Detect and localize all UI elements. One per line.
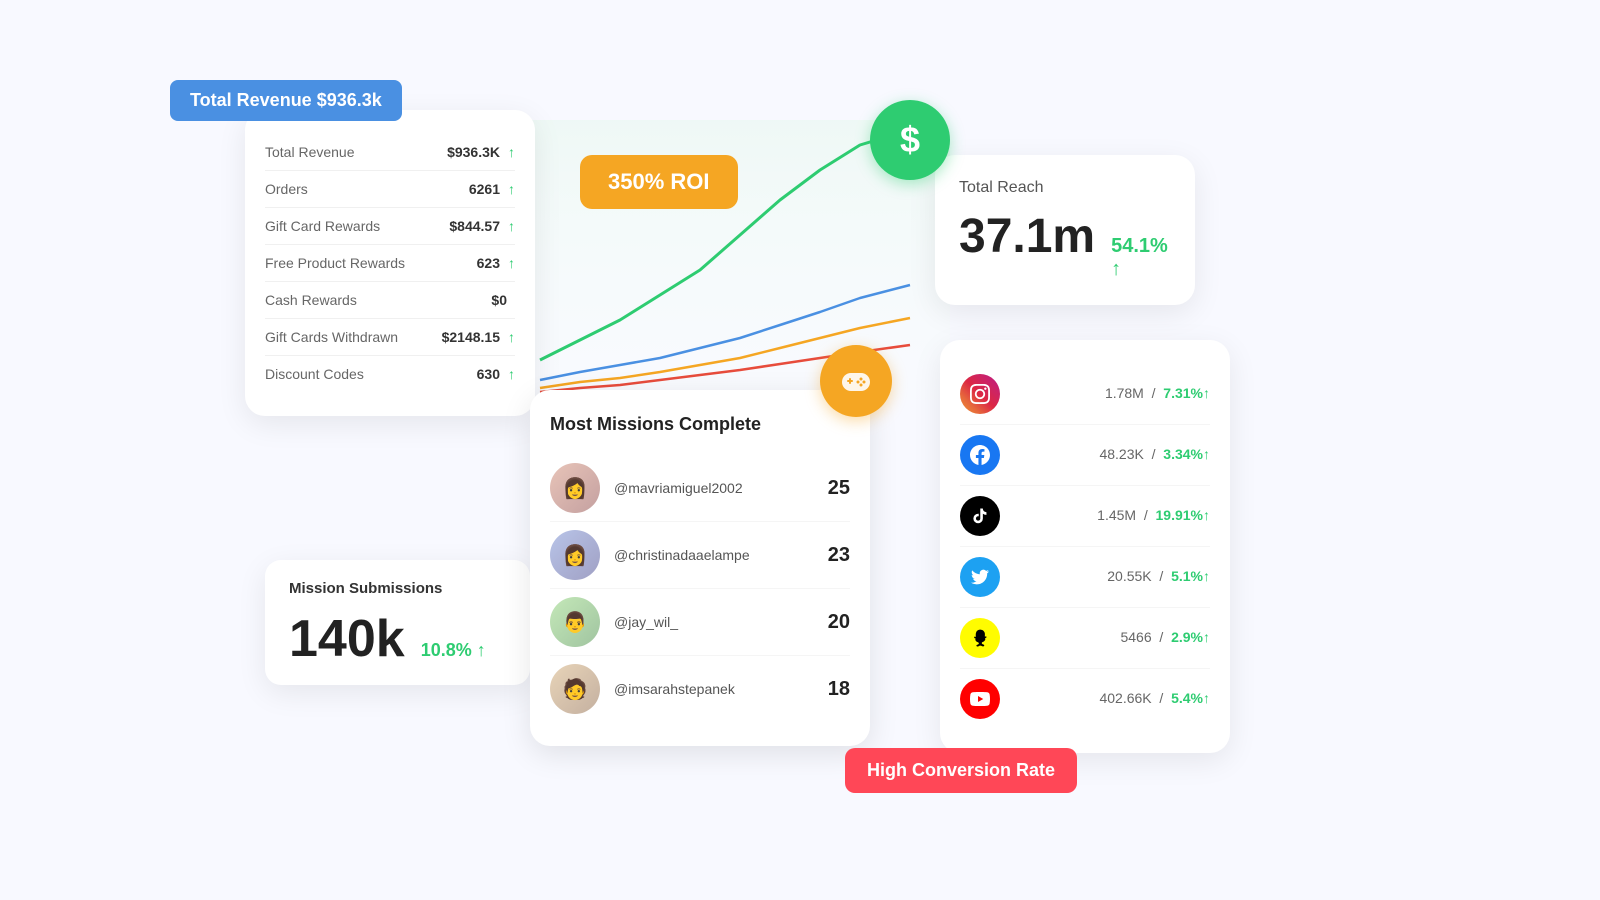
stats-value-revenue: $936.3K: [447, 144, 500, 160]
stats-value-cash: $0: [491, 292, 507, 308]
mission-item-2: 👩 @christinadaaelampe 23: [550, 522, 850, 589]
stats-label-discount: Discount Codes: [265, 366, 477, 382]
game-controller-badge: [820, 345, 892, 417]
social-row-youtube: 402.66K / 5.4%↑: [960, 669, 1210, 729]
mission-submissions-percent: 10.8% ↑: [421, 640, 486, 661]
missions-card-title: Most Missions Complete: [550, 414, 850, 435]
social-media-card: 1.78M / 7.31%↑ 48.23K / 3.34%↑ 1.45M: [940, 340, 1230, 753]
avatar-2: 👩: [550, 530, 600, 580]
count-4: 18: [828, 678, 850, 701]
username-1: @mavriamiguel2002: [614, 480, 814, 496]
username-3: @jay_wil_: [614, 614, 814, 630]
stats-label-orders: Orders: [265, 181, 469, 197]
tiktok-stats: 1.45M / 19.91%↑: [1014, 507, 1210, 525]
youtube-icon: [960, 679, 1000, 719]
mission-item-3: 👨 @jay_wil_ 20: [550, 589, 850, 656]
arrow-up-discount: ↑: [508, 366, 515, 382]
stats-row-orders: Orders 6261 ↑: [265, 171, 515, 208]
snapchat-icon: [960, 618, 1000, 658]
instagram-stats: 1.78M / 7.31%↑: [1014, 385, 1210, 403]
snapchat-stats: 5466 / 2.9%↑: [1014, 629, 1210, 647]
stats-value-giftcard: $844.57: [449, 218, 500, 234]
youtube-value: 402.66K / 5.4%↑: [1099, 690, 1210, 706]
instagram-icon: [960, 374, 1000, 414]
stats-label-revenue: Total Revenue: [265, 144, 447, 160]
arrow-up-withdrawn: ↑: [508, 329, 515, 345]
revenue-badge: Total Revenue $936.3k: [170, 80, 402, 121]
stats-label-freeproduct: Free Product Rewards: [265, 255, 477, 271]
mission-submissions-stats: 140k 10.8% ↑: [289, 613, 506, 665]
total-reach-percent: 54.1% ↑: [1111, 235, 1171, 281]
snapchat-value: 5466 / 2.9%↑: [1120, 629, 1210, 645]
conversion-badge: High Conversion Rate: [845, 748, 1077, 793]
mission-item-1: 👩 @mavriamiguel2002 25: [550, 455, 850, 522]
count-2: 23: [828, 544, 850, 567]
arrow-up-giftcard: ↑: [508, 218, 515, 234]
total-reach-title: Total Reach: [959, 179, 1171, 197]
stats-row-freeproduct: Free Product Rewards 623 ↑: [265, 245, 515, 282]
total-reach-value: 37.1m: [959, 213, 1095, 261]
stats-row-cash: Cash Rewards $0: [265, 282, 515, 319]
arrow-up-freeproduct: ↑: [508, 255, 515, 271]
tiktok-icon: [960, 496, 1000, 536]
social-row-snapchat: 5466 / 2.9%↑: [960, 608, 1210, 669]
facebook-icon: [960, 435, 1000, 475]
stats-row-giftcard: Gift Card Rewards $844.57 ↑: [265, 208, 515, 245]
stats-row-withdrawn: Gift Cards Withdrawn $2148.15 ↑: [265, 319, 515, 356]
twitter-value: 20.55K / 5.1%↑: [1107, 568, 1210, 584]
mission-submissions-card: Mission Submissions 140k 10.8% ↑: [265, 560, 530, 685]
username-2: @christinadaaelampe: [614, 547, 814, 563]
avatar-1: 👩: [550, 463, 600, 513]
total-reach-stats: 37.1m 54.1% ↑: [959, 213, 1171, 281]
facebook-value: 48.23K / 3.34%↑: [1099, 446, 1210, 462]
stats-row-discount: Discount Codes 630 ↑: [265, 356, 515, 392]
arrow-up-orders: ↑: [508, 181, 515, 197]
tiktok-value: 1.45M / 19.91%↑: [1097, 507, 1210, 523]
stats-label-cash: Cash Rewards: [265, 292, 491, 308]
avatar-3: 👨: [550, 597, 600, 647]
mission-submissions-value: 140k: [289, 613, 405, 665]
roi-badge: 350% ROI: [580, 155, 738, 209]
count-3: 20: [828, 611, 850, 634]
social-row-instagram: 1.78M / 7.31%↑: [960, 364, 1210, 425]
twitter-stats: 20.55K / 5.1%↑: [1014, 568, 1210, 586]
social-row-facebook: 48.23K / 3.34%↑: [960, 425, 1210, 486]
dashboard: Total Revenue $936.3k Total Revenue $936…: [0, 0, 1600, 900]
mission-item-4: 🧑 @imsarahstepanek 18: [550, 656, 850, 722]
dollar-badge: $: [870, 100, 950, 180]
arrow-up-revenue: ↑: [508, 144, 515, 160]
social-row-twitter: 20.55K / 5.1%↑: [960, 547, 1210, 608]
stats-card: Total Revenue $936.3K ↑ Orders 6261 ↑ Gi…: [245, 110, 535, 416]
youtube-stats: 402.66K / 5.4%↑: [1014, 690, 1210, 708]
instagram-value: 1.78M / 7.31%↑: [1105, 385, 1210, 401]
stats-value-discount: 630: [477, 366, 500, 382]
mission-submissions-title: Mission Submissions: [289, 580, 506, 597]
gamepad-icon: [838, 363, 874, 399]
stats-label-giftcard: Gift Card Rewards: [265, 218, 449, 234]
stats-value-withdrawn: $2148.15: [442, 329, 500, 345]
stats-row-revenue: Total Revenue $936.3K ↑: [265, 134, 515, 171]
stats-value-orders: 6261: [469, 181, 500, 197]
social-row-tiktok: 1.45M / 19.91%↑: [960, 486, 1210, 547]
stats-label-withdrawn: Gift Cards Withdrawn: [265, 329, 442, 345]
avatar-4: 🧑: [550, 664, 600, 714]
facebook-stats: 48.23K / 3.34%↑: [1014, 446, 1210, 464]
twitter-icon: [960, 557, 1000, 597]
count-1: 25: [828, 477, 850, 500]
missions-card: Most Missions Complete 👩 @mavriamiguel20…: [530, 390, 870, 746]
total-reach-card: Total Reach 37.1m 54.1% ↑: [935, 155, 1195, 305]
stats-value-freeproduct: 623: [477, 255, 500, 271]
username-4: @imsarahstepanek: [614, 681, 814, 697]
